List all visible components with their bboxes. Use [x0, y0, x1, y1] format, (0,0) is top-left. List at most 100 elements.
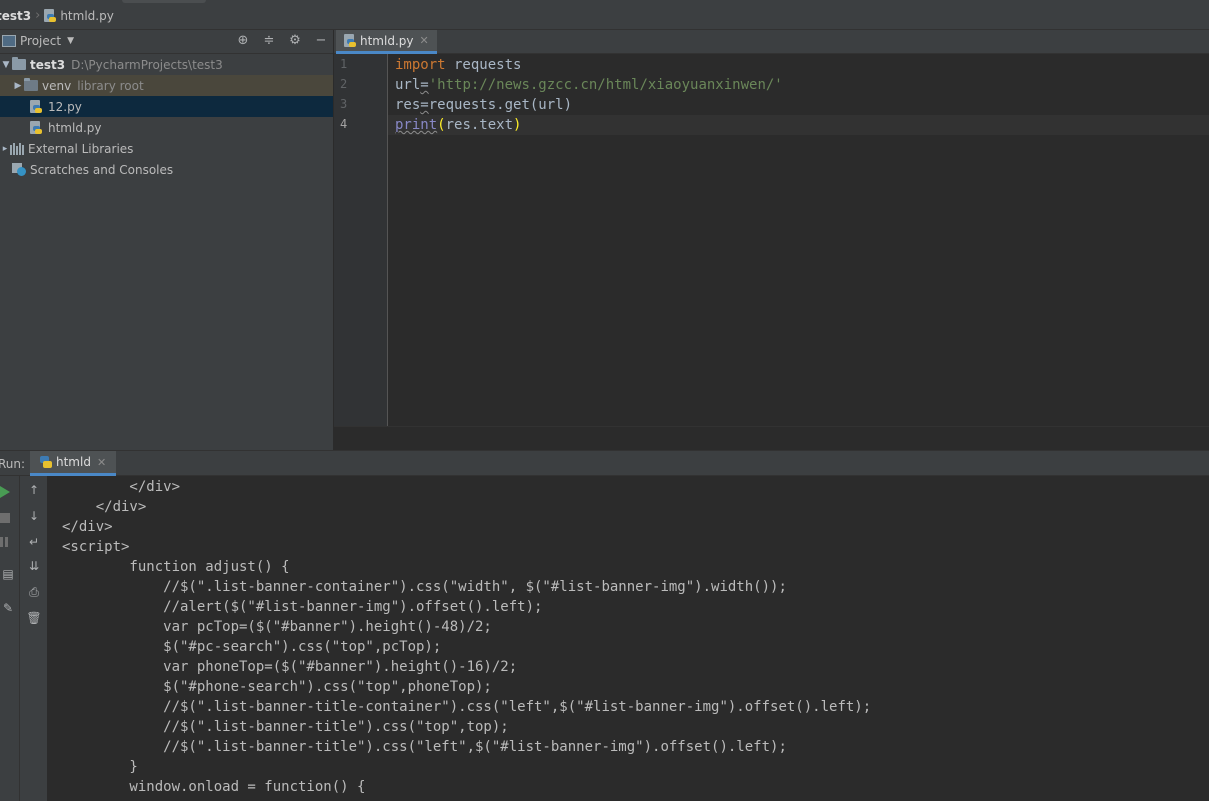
line-number-gutter: 1 2 3 4 [334, 54, 388, 426]
hide-panel-icon[interactable]: − [313, 33, 329, 49]
run-panel-header: Run: htmld ✕ [0, 450, 1209, 476]
scratches-icon [12, 163, 26, 176]
tab-edge [122, 0, 206, 3]
library-folder-icon [24, 78, 38, 91]
console-output[interactable]: </div> </div> </div> <script> function a… [48, 476, 1209, 801]
project-panel-title: Project [20, 34, 62, 48]
console-line: </div> [62, 479, 181, 495]
console-line: //$(".list-banner-container").css("width… [62, 579, 787, 595]
tree-item-htmld-py[interactable]: htmld.py [0, 117, 333, 138]
project-window-icon [2, 35, 16, 47]
console-line: var pcTop=($("#banner").height()-48)/2; [62, 619, 492, 635]
tree-item-external-libraries[interactable]: ▸ External Libraries [0, 138, 333, 159]
line-number: 2 [340, 77, 348, 91]
code-text: requests.get(url) [428, 97, 573, 113]
close-icon[interactable]: ✕ [419, 34, 428, 47]
project-tree: ▼ test3 D:\PycharmProjects\test3 ▶ venv … [0, 54, 333, 450]
up-arrow-icon[interactable]: ↑ [26, 482, 42, 498]
project-panel-toolbar: ⊕ ≑ ⚙ − [235, 33, 329, 49]
print-icon[interactable]: ⎙ [26, 584, 42, 600]
tree-item-label: Scratches and Consoles [30, 162, 174, 177]
console-line: //$(".list-banner-title").css("left",$("… [62, 739, 787, 755]
pin-icon[interactable]: ✎ [0, 600, 16, 616]
breadcrumb-project[interactable]: test3 [0, 9, 31, 23]
builtin-function: print [395, 117, 438, 133]
code-editor[interactable]: 1 2 3 4 import requests url='http://news… [334, 54, 1209, 426]
project-panel-header: Project ▼ ⊕ ≑ ⚙ − [0, 30, 333, 54]
trash-icon[interactable]: 🗑 [26, 610, 42, 626]
console-line: function adjust() { [62, 559, 290, 575]
console-line: //$(".list-banner-title-container").css(… [62, 699, 872, 715]
tree-item-label: 12.py [48, 99, 82, 114]
matched-paren: ( [437, 117, 446, 133]
console-line: <script> [62, 539, 130, 555]
tree-item-scratches[interactable]: Scratches and Consoles [0, 159, 333, 180]
code-line: res=requests.get(url) [395, 95, 572, 115]
console-line: $("#phone-search").css("top",phoneTop); [62, 679, 492, 695]
navigation-bar: test3 › htmld.py [0, 0, 1209, 30]
line-number: 1 [340, 57, 348, 71]
tab-run-htmld[interactable]: htmld ✕ [30, 451, 117, 476]
python-file-icon [30, 99, 42, 114]
code-text: url [395, 77, 421, 93]
tab-label: htmld [56, 455, 91, 469]
code-line: import requests [395, 55, 521, 75]
line-number: 3 [340, 97, 348, 111]
editor-bottom-strip [334, 426, 1209, 450]
scroll-to-end-icon[interactable]: ⇊ [26, 558, 42, 574]
breadcrumb-file[interactable]: htmld.py [60, 9, 113, 23]
code-line: url='http://news.gzcc.cn/html/xiaoyuanxi… [395, 75, 783, 95]
code-text: requests [445, 57, 522, 73]
stop-icon[interactable] [0, 513, 10, 523]
code-text: res.text [445, 117, 514, 133]
rerun-icon[interactable] [0, 486, 10, 498]
collapse-all-icon[interactable]: ≑ [261, 33, 277, 49]
python-file-icon [44, 8, 57, 23]
tree-item-label: test3 [30, 57, 66, 72]
tree-item-hint: library root [77, 78, 144, 93]
console-line: } [62, 759, 138, 775]
console-line: var phoneTop=($("#banner").height()-16)/… [62, 659, 518, 675]
library-icon [10, 142, 24, 155]
close-icon[interactable]: ✕ [97, 456, 106, 469]
soft-wrap-icon[interactable]: ↵ [26, 534, 42, 550]
collapsed-arrow-icon[interactable]: ▶ [12, 81, 24, 91]
tree-item-venv[interactable]: ▶ venv library root [0, 75, 333, 96]
keyword: import [395, 57, 446, 73]
python-file-icon [30, 120, 42, 135]
editor-tab-bar: htmld.py ✕ [334, 30, 1209, 54]
python-icon [40, 455, 52, 469]
console-line: </div> [62, 519, 113, 535]
console-line: //alert($("#list-banner-img").offset().l… [62, 599, 543, 615]
pause-icon[interactable] [0, 537, 8, 547]
run-label: Run: [0, 457, 26, 471]
console-toolbar: ↑ ↓ ↵ ⇊ ⎙ 🗑 [20, 476, 48, 801]
code-operator: = [420, 97, 429, 113]
console-line: window.onload = function() { [62, 779, 366, 795]
tree-item-label: External Libraries [28, 141, 134, 156]
locate-file-icon[interactable]: ⊕ [235, 33, 251, 49]
tab-label: htmld.py [360, 33, 414, 48]
folder-icon [12, 57, 26, 70]
restore-layout-icon[interactable]: ▤ [0, 566, 16, 582]
console-line: //$(".list-banner-title").css("top",top)… [62, 719, 509, 735]
tree-item-label: venv [42, 78, 72, 93]
console-line: </div> [62, 499, 147, 515]
line-number: 4 [340, 117, 348, 131]
down-arrow-icon[interactable]: ↓ [26, 508, 42, 524]
tab-htmld-py[interactable]: htmld.py ✕ [336, 30, 437, 54]
tree-item-12-py[interactable]: 12.py [0, 96, 333, 117]
python-file-icon [344, 33, 356, 48]
collapsed-arrow-icon[interactable]: ▸ [0, 144, 10, 154]
tree-item-test3[interactable]: ▼ test3 D:\PycharmProjects\test3 [0, 54, 333, 75]
breadcrumb-separator-icon: › [35, 8, 41, 23]
tree-item-label: htmld.py [48, 120, 102, 135]
gear-icon[interactable]: ⚙ [287, 33, 303, 49]
code-operator: = [420, 77, 429, 93]
project-view-selector[interactable]: Project ▼ [2, 34, 74, 48]
tree-item-path: D:\PycharmProjects\test3 [71, 57, 223, 72]
expanded-arrow-icon[interactable]: ▼ [0, 60, 12, 70]
console-line: $("#pc-search").css("top",pcTop); [62, 639, 442, 655]
code-line: print(res.text) [395, 115, 521, 135]
breadcrumb: test3 › htmld.py [0, 8, 114, 23]
